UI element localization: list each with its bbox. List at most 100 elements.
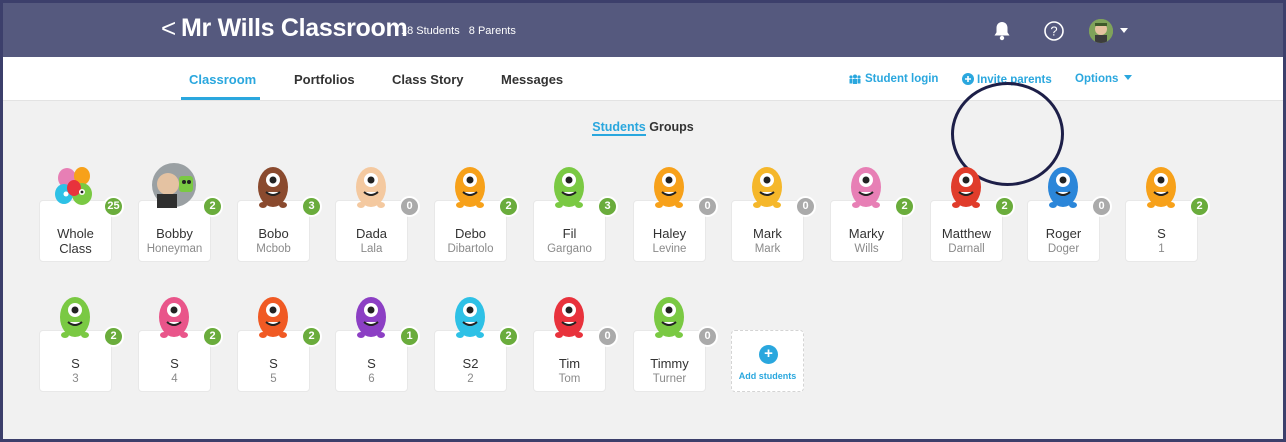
monster-avatar: [654, 167, 684, 208]
student-first-name: Fil: [562, 226, 577, 241]
chevron-down-icon: [1124, 75, 1133, 80]
monster-avatar: [851, 167, 881, 208]
student-last-name: Mark: [754, 243, 781, 255]
points-badge: 0: [1091, 196, 1112, 217]
points-badge: 2: [301, 326, 322, 347]
student-first-name: Bobby: [156, 226, 193, 241]
points-badge: 2: [994, 196, 1015, 217]
options-label: Options: [1075, 73, 1119, 85]
points-badge: 25: [103, 196, 124, 217]
parents-count: 8 Parents: [468, 25, 516, 37]
monster-avatar: [258, 297, 288, 338]
user-avatar[interactable]: [1089, 19, 1113, 43]
student-first-name: Mark: [753, 226, 782, 241]
student-first-name: Roger: [1045, 226, 1082, 241]
options-dropdown[interactable]: Options: [1075, 73, 1133, 85]
points-badge: 0: [697, 326, 718, 347]
top-bar: < Mr Wills Classroom 18 Students 8 Paren…: [3, 3, 1283, 57]
monster-avatar: [60, 297, 90, 338]
toggle-groups[interactable]: Groups: [649, 120, 693, 134]
student-first-name: Tim: [558, 356, 581, 371]
student-first-name: S: [71, 356, 80, 371]
help-icon[interactable]: ?: [1043, 20, 1065, 42]
student-last-name: Honeyman: [146, 243, 203, 255]
student-last-name: 2: [467, 373, 474, 385]
user-menu-chevron-icon[interactable]: [1120, 28, 1128, 33]
student-first-name: Matthew: [941, 226, 992, 241]
monster-avatar: [455, 167, 485, 208]
students-count: 18 Students: [401, 25, 460, 37]
student-last-name: Wills: [854, 243, 879, 255]
points-badge: 2: [202, 326, 223, 347]
student-first-name: Bobo: [258, 226, 289, 241]
monster-avatar: [554, 167, 584, 208]
student-last-name: Tom: [558, 373, 581, 385]
student-first-name: Marky: [848, 226, 885, 241]
student-login-label: Student login: [865, 73, 939, 85]
tab-classroom[interactable]: Classroom: [189, 72, 256, 87]
student-last-name: 1: [1158, 243, 1165, 255]
student-last-name: Doger: [1047, 243, 1080, 255]
students-groups-toggle: Students Groups: [3, 120, 1283, 136]
student-last-name: Class: [59, 241, 92, 256]
student-last-name: Gargano: [547, 243, 592, 255]
student-last-name: 5: [270, 373, 277, 385]
class-meta: 18 Students 8 Parents: [401, 25, 522, 37]
student-last-name: 4: [171, 373, 178, 385]
plus-icon: +: [759, 345, 778, 364]
monster-avatar: [654, 297, 684, 338]
invite-parents-link[interactable]: Invite parents: [962, 73, 1052, 86]
toggle-students[interactable]: Students: [592, 120, 646, 136]
monster-avatar: [1146, 167, 1176, 208]
page-title: Mr Wills Classroom: [181, 14, 408, 42]
student-first-name: Timmy: [650, 356, 689, 371]
monster-avatar: [159, 297, 189, 338]
nav-bar: Classroom Portfolios Class Story Message…: [3, 57, 1283, 186]
student-first-name: S: [1157, 226, 1166, 241]
monster-avatar: [356, 167, 386, 208]
points-badge: 3: [301, 196, 322, 217]
invite-parents-label: Invite parents: [977, 74, 1052, 86]
monster-avatar: [455, 297, 485, 338]
student-first-name: S: [367, 356, 376, 371]
active-tab-indicator: [181, 97, 260, 100]
points-badge: 2: [498, 196, 519, 217]
points-badge: 2: [103, 326, 124, 347]
monster-avatar: [258, 167, 288, 208]
points-badge: 1: [399, 326, 420, 347]
student-first-name: S2: [462, 356, 479, 371]
back-icon[interactable]: <: [161, 15, 176, 41]
tab-class-story[interactable]: Class Story: [392, 72, 464, 87]
student-last-name: 6: [368, 373, 375, 385]
monster-avatar: [951, 167, 981, 208]
monster-avatar: [356, 297, 386, 338]
whole-class-monsters-avatar: [55, 167, 92, 205]
points-badge: 2: [498, 326, 519, 347]
people-icon: [849, 74, 861, 84]
points-badge: 2: [894, 196, 915, 217]
student-last-name: Turner: [652, 373, 687, 385]
student-login-link[interactable]: Student login: [848, 73, 938, 85]
student-last-name: Dibartolo: [447, 243, 494, 255]
student-first-name: S: [170, 356, 179, 371]
points-badge: 2: [202, 196, 223, 217]
tab-portfolios[interactable]: Portfolios: [294, 72, 355, 87]
tab-messages[interactable]: Messages: [501, 72, 563, 87]
points-badge: 0: [697, 196, 718, 217]
points-badge: 0: [795, 196, 816, 217]
app-frame: < Mr Wills Classroom 18 Students 8 Paren…: [0, 0, 1286, 442]
student-last-name: Levine: [652, 243, 687, 255]
student-last-name: Mcbob: [256, 243, 291, 255]
monster-avatar: [554, 297, 584, 338]
student-photo-avatar: [152, 163, 196, 208]
student-first-name: Whole: [57, 226, 94, 241]
student-first-name: Debo: [454, 226, 487, 241]
student-last-name: 3: [72, 373, 79, 385]
points-badge: 3: [597, 196, 618, 217]
student-last-name: Lala: [360, 243, 383, 255]
student-first-name: Dada: [355, 226, 388, 241]
bell-icon[interactable]: [991, 20, 1013, 42]
add-students-label: Add students: [738, 371, 797, 381]
student-first-name: Haley: [652, 226, 687, 241]
add-students-button[interactable]: + Add students: [731, 330, 804, 392]
